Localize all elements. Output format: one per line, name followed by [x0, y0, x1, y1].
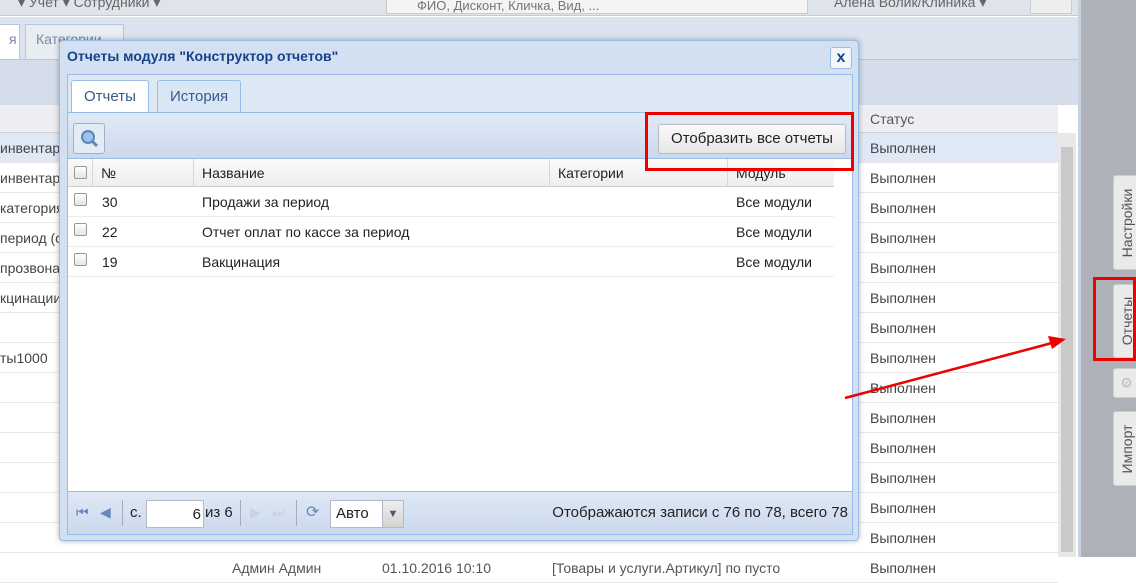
bg-row-status: Выполнен: [870, 560, 936, 576]
bg-row-user: Админ Админ: [232, 560, 322, 576]
bg-table-row[interactable]: Админ Админ 01.10.2016 10:10 [Товары и усл…: [0, 553, 1058, 583]
bg-row-desc: [Товары и услуги.Артикул] по пусто: [552, 560, 781, 576]
red-arrow: [844, 336, 1066, 400]
bg-row-date: 01.10.2016 10:10: [382, 560, 491, 576]
